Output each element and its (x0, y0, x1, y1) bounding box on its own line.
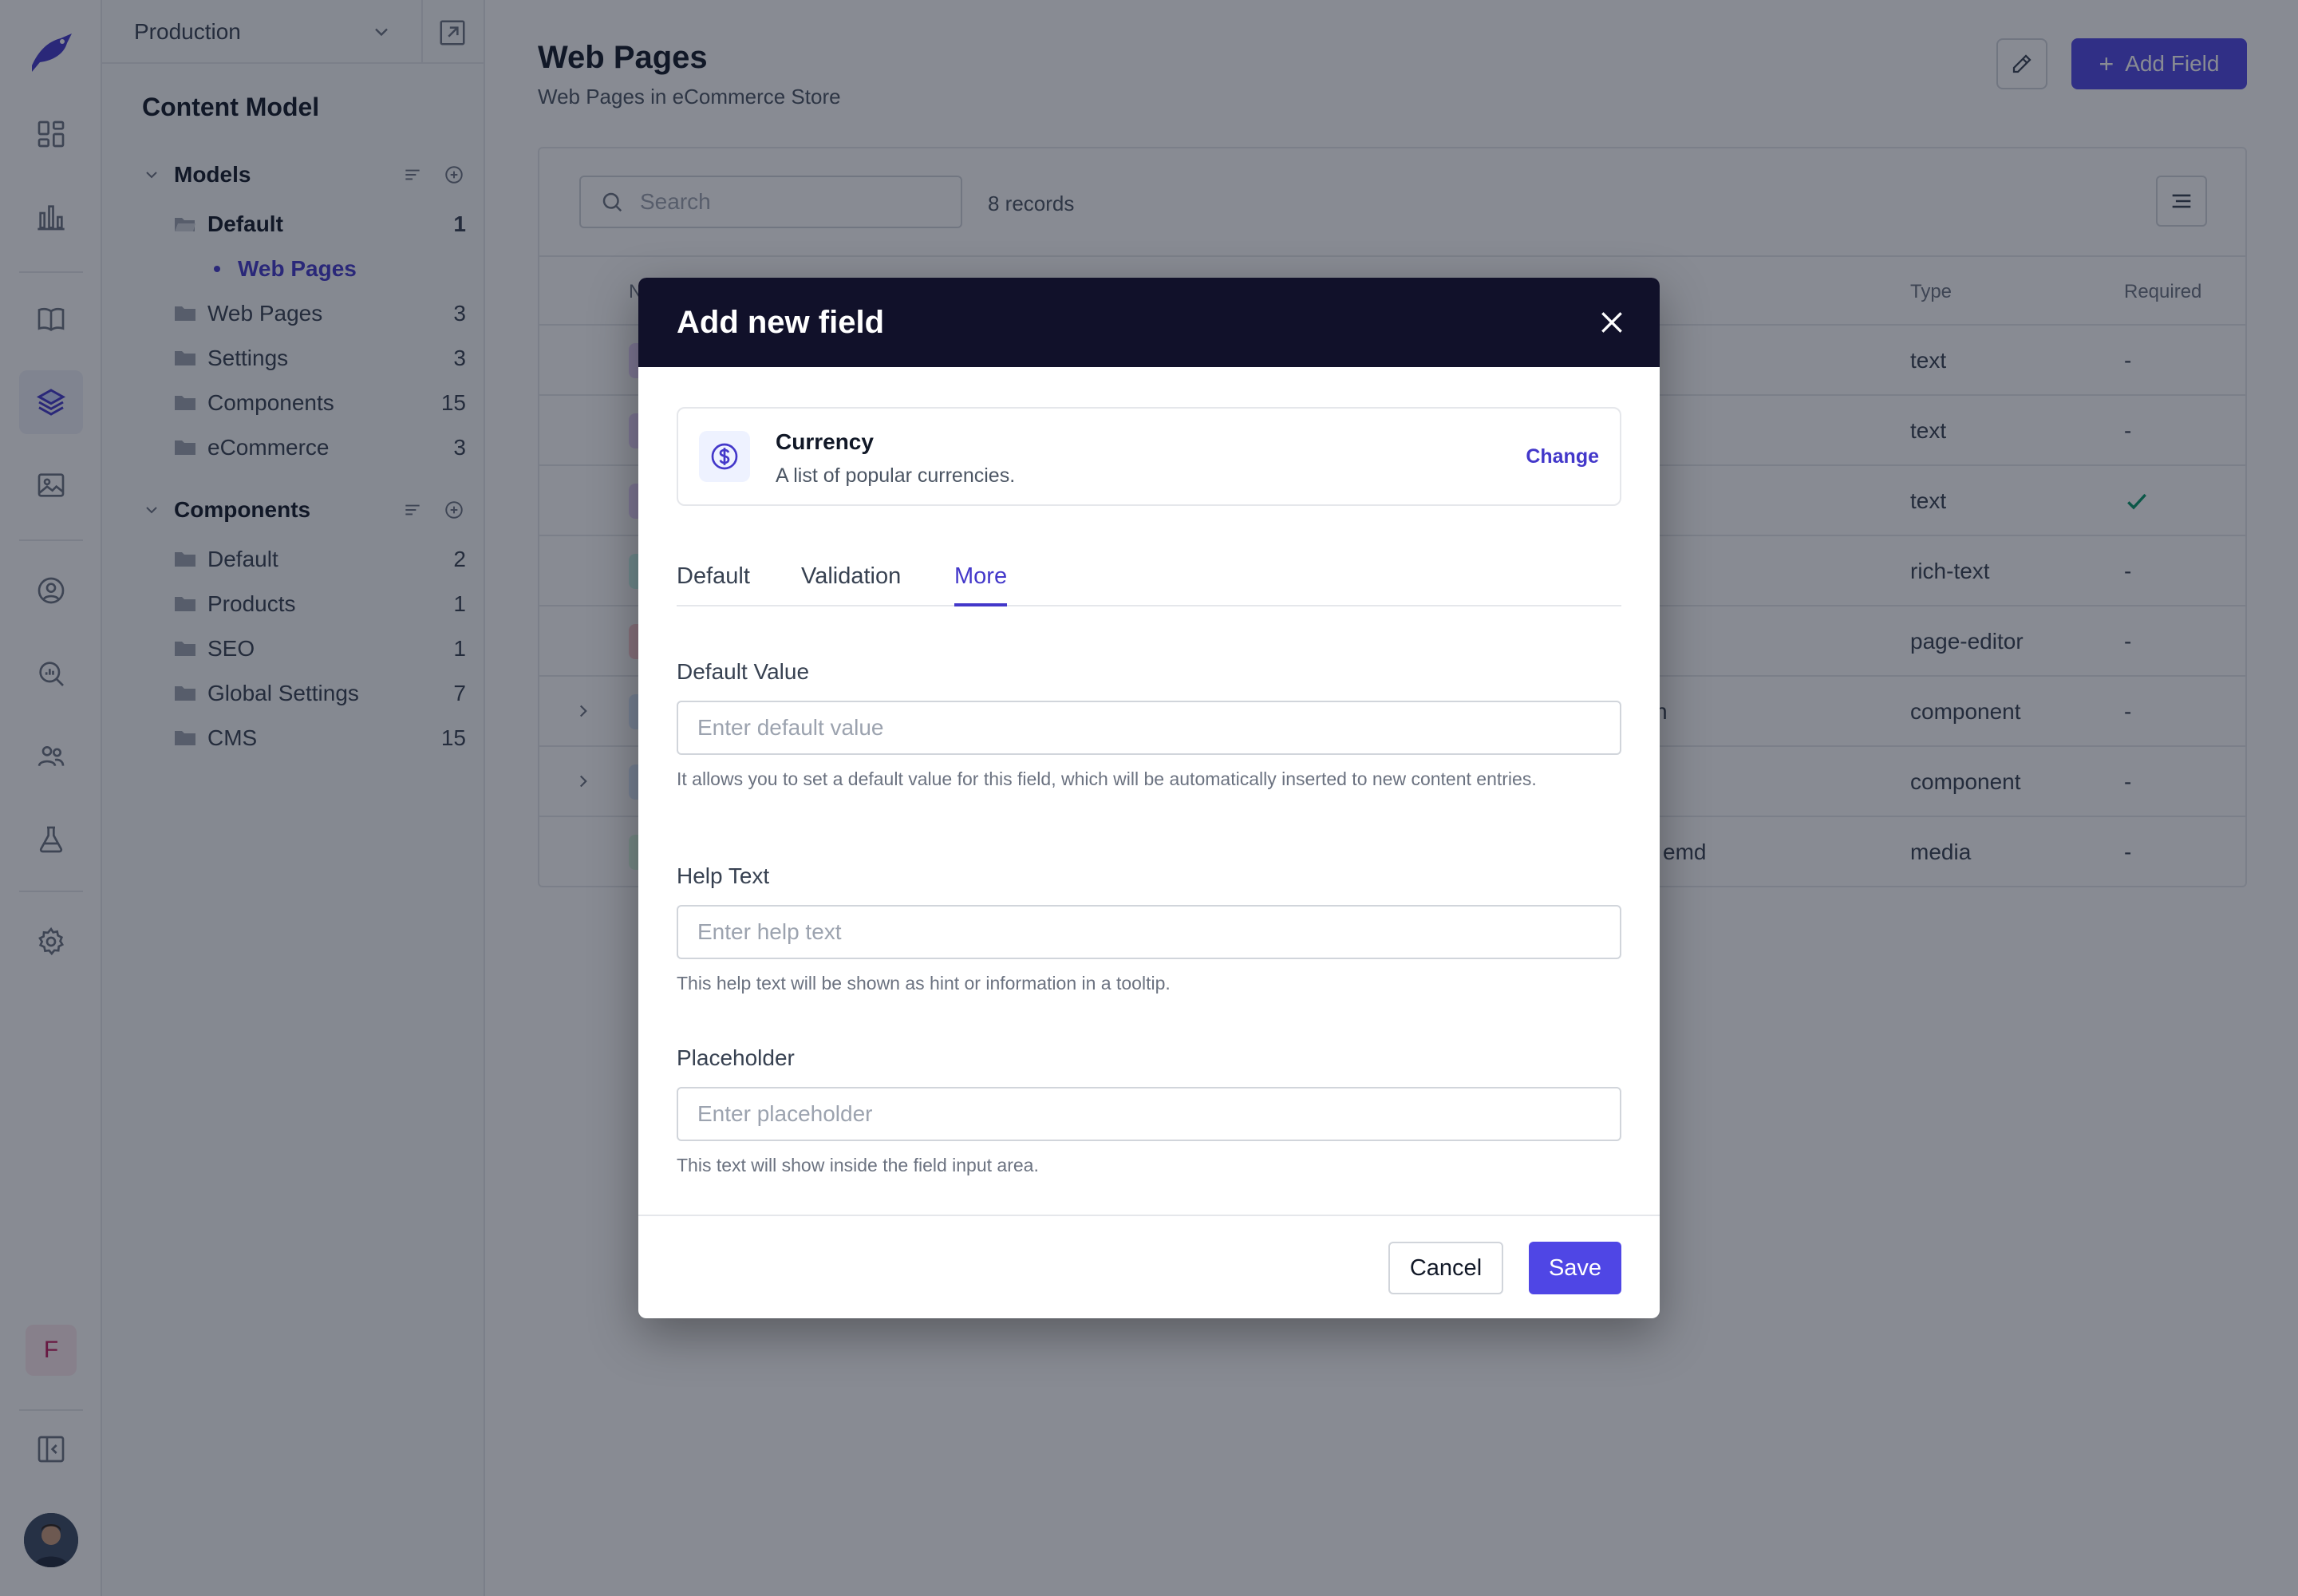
help-text-hint: This help text will be shown as hint or … (677, 973, 1171, 994)
add-field-dialog: Add new field Currency A list of popular… (638, 278, 1660, 1318)
default-value-hint: It allows you to set a default value for… (677, 768, 1537, 789)
tab-default[interactable]: Default (677, 563, 750, 606)
dialog-header: Add new field (638, 278, 1660, 367)
field-type-description: A list of popular currencies. (776, 464, 1016, 487)
placeholder-hint: This text will show inside the field inp… (677, 1155, 1039, 1175)
help-text-input[interactable] (677, 905, 1621, 959)
field-type-icon-box (699, 431, 750, 482)
help-text-label: Help Text (677, 863, 770, 888)
default-value-input[interactable] (677, 701, 1621, 755)
selected-field-type: Currency A list of popular currencies. C… (677, 407, 1621, 506)
placeholder-label: Placeholder (677, 1045, 795, 1070)
field-type-name: Currency (776, 429, 874, 454)
default-value-label: Default Value (677, 659, 810, 684)
save-button[interactable]: Save (1529, 1242, 1621, 1294)
cancel-button[interactable]: Cancel (1388, 1242, 1503, 1294)
close-icon[interactable] (1596, 306, 1628, 338)
tab-validation[interactable]: Validation (801, 563, 901, 606)
placeholder-input[interactable] (677, 1087, 1621, 1141)
dialog-tabs: Default Validation More (677, 563, 1621, 606)
currency-dollar-icon (711, 443, 738, 470)
tab-more[interactable]: More (954, 563, 1008, 606)
dialog-footer-divider (638, 1215, 1660, 1216)
dialog-title: Add new field (677, 305, 884, 340)
change-field-type-link[interactable]: Change (1526, 445, 1599, 468)
